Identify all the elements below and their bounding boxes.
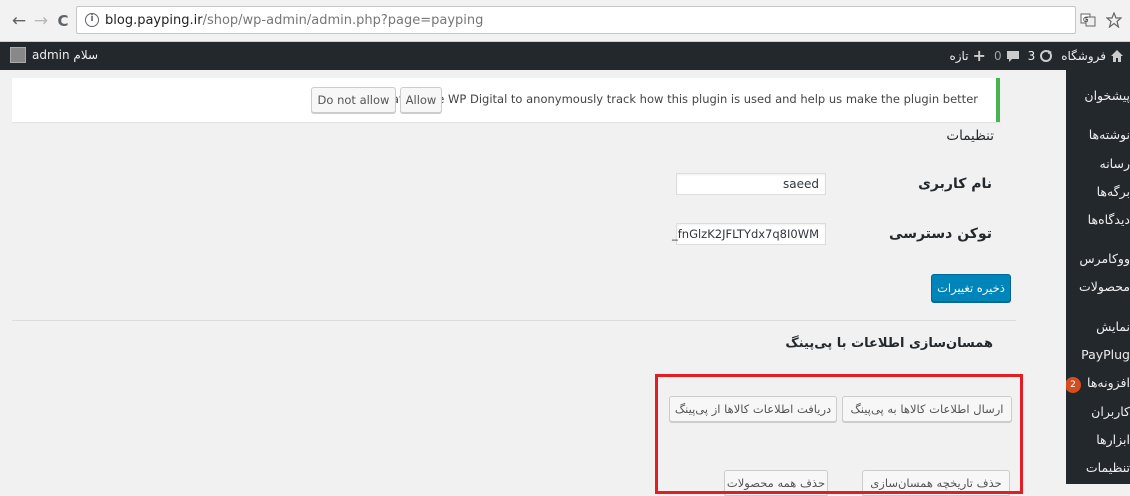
browser-actions: G [1080,11,1123,32]
comment-icon [1006,50,1019,62]
sidebar-item-settings[interactable]: تنظیمات [1066,460,1130,475]
refresh-icon [1040,49,1053,62]
sidebar-item-comments[interactable]: دیدگاه‌ها [1066,212,1130,227]
highlight-box [655,374,1023,494]
admin-sidebar: پیشخوان نوشته‌ها رسانه برگه‌ها دیدگاه‌ها… [1066,70,1130,484]
sidebar-item-plugins-label: افزونه‌ها [1087,375,1130,390]
sidebar-item-dashboard[interactable]: پیشخوان [1066,88,1130,103]
section-divider [12,320,1016,321]
sidebar-item-woocommerce[interactable]: ووکامرس [1066,251,1130,266]
sidebar-item-appearance[interactable]: نمایش [1066,319,1130,334]
main-content: .Allow Plateforme WP Digital to anonymou… [0,70,1066,496]
sync-heading: همسان‌سازی اطلاعات با پی‌پینگ [785,336,993,351]
wp-admin-bar: سلام admin فروشگاه 3 0 + تازه [0,42,1130,70]
sidebar-item-posts[interactable]: نوشته‌ها [1066,127,1130,142]
site-name: فروشگاه [1061,48,1106,63]
comments-count: 0 [993,48,1002,63]
site-name-link[interactable]: فروشگاه [1061,49,1124,63]
settings-heading: تنظیمات [946,128,994,144]
forward-button[interactable]: → [30,10,52,32]
translate-icon[interactable]: G [1080,12,1096,32]
address-bar[interactable]: i blog.payping.ir/shop/wp-admin/admin.ph… [76,6,1076,34]
do-not-allow-button[interactable]: Do not allow [311,87,396,113]
token-field[interactable]: _fnGlzK2JFLTYdx7q8I0WM [672,223,826,245]
token-label: توکن دسترسی [889,226,992,242]
sidebar-item-plugins[interactable]: افزونه‌ها 2 [1066,375,1130,393]
browser-toolbar: ← → C i blog.payping.ir/shop/wp-admin/ad… [0,0,1130,42]
updates-link[interactable]: 3 [1028,49,1054,63]
plugins-update-badge: 2 [1066,377,1082,393]
my-account[interactable]: سلام admin [10,47,98,63]
greeting-text: سلام admin [32,48,99,62]
username-field[interactable]: saeed [676,173,826,195]
new-content-link[interactable]: + تازه [949,46,985,65]
admin-bar-right: فروشگاه 3 0 + تازه [949,46,1124,65]
sidebar-item-users[interactable]: کاربران [1066,404,1130,419]
sidebar-item-pages[interactable]: برگه‌ها [1066,184,1130,199]
home-icon [1111,49,1123,62]
info-icon[interactable]: i [85,13,99,27]
svg-text:G: G [1083,16,1088,24]
updates-count: 3 [1027,48,1036,63]
star-icon[interactable] [1105,11,1123,32]
sidebar-item-payplug[interactable]: PayPlug [1066,347,1130,362]
comments-link[interactable]: 0 [994,49,1020,63]
tracking-notice: .Allow Plateforme WP Digital to anonymou… [12,78,1000,122]
username-label: نام کاربری [918,176,992,192]
new-label: تازه [949,48,969,63]
sidebar-item-media[interactable]: رسانه [1066,156,1130,171]
back-button[interactable]: ← [8,10,30,32]
url-path: /shop/wp-admin/admin.php?page=payping [202,12,484,28]
plus-icon: + [972,46,986,65]
sidebar-item-products[interactable]: محصولات [1066,279,1130,294]
reload-button[interactable]: C [52,10,74,32]
allow-button[interactable]: Allow [400,87,442,113]
url-domain: blog.payping.ir [105,12,203,28]
avatar [10,47,26,63]
sidebar-item-tools[interactable]: ابزارها [1066,432,1130,447]
save-button[interactable]: ذخیره تغییرات [931,274,1011,302]
